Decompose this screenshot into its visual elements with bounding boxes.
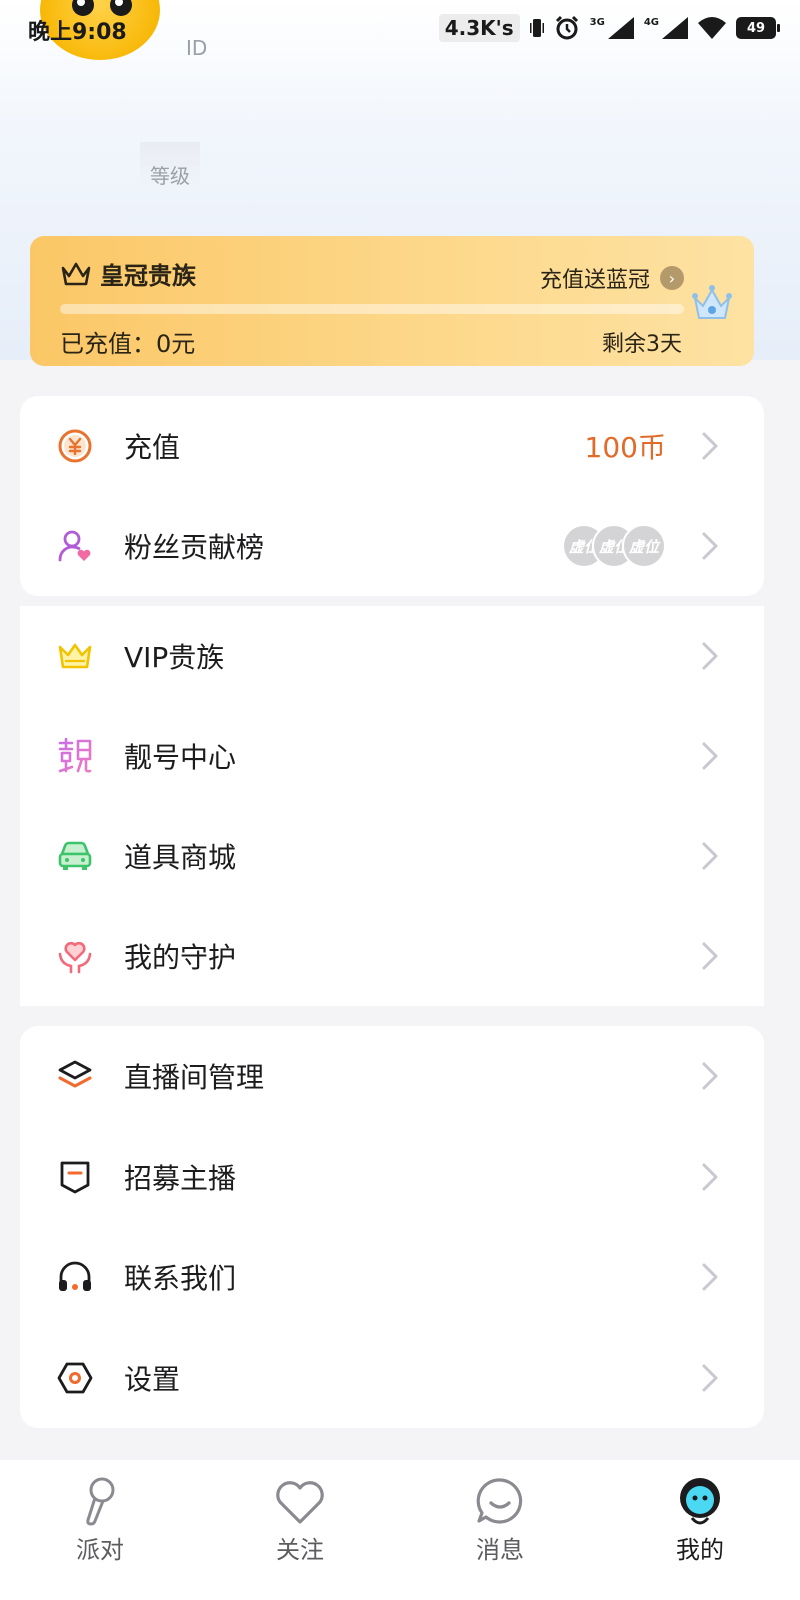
crown-icon	[56, 637, 94, 675]
yuan-coin-icon	[56, 427, 94, 465]
tab-messages[interactable]: 消息	[400, 1460, 600, 1600]
menu-group-privileges: VIP贵族 靓号中心 道具商城 我的守护	[20, 606, 764, 1006]
menu-label: 粉丝贡献榜	[124, 531, 265, 564]
tab-follow[interactable]: 关注	[200, 1460, 400, 1600]
chevron-right-icon	[702, 642, 718, 670]
recharge-progress-bar	[60, 304, 684, 314]
headphones-icon	[56, 1258, 94, 1296]
chevron-right-icon	[702, 1062, 718, 1090]
menu-row-contact-us[interactable]: 联系我们	[20, 1227, 764, 1328]
chevron-right-icon	[702, 742, 718, 770]
chevron-right-icon	[702, 842, 718, 870]
recharged-amount: 已充值：0元	[60, 330, 196, 358]
menu-group-wallet: 充值 100币 粉丝贡献榜 虚位 虚位 虚位	[20, 396, 764, 596]
menu-row-live-room-management[interactable]: 直播间管理	[20, 1026, 764, 1127]
tab-label: 消息	[476, 1536, 524, 1564]
tab-party[interactable]: 派对	[0, 1460, 200, 1600]
wifi-icon	[698, 17, 726, 39]
menu-row-my-guardian[interactable]: 我的守护	[20, 906, 764, 1006]
signal-bars-icon	[662, 17, 688, 39]
signal-3g: 3G	[590, 17, 634, 39]
menu-row-prop-shop[interactable]: 道具商城	[20, 806, 764, 906]
menu-label: 我的守护	[124, 941, 237, 974]
chevron-right-icon	[702, 1364, 718, 1392]
heart-outline-icon	[276, 1481, 324, 1524]
menu-row-fan-ranking[interactable]: 粉丝贡献榜 虚位 虚位 虚位	[20, 496, 764, 596]
crown-title-row: 皇冠贵族	[60, 256, 196, 291]
coin-balance: 100币	[584, 431, 666, 464]
crown-outline-icon	[61, 262, 91, 285]
microphone-icon	[86, 1477, 115, 1526]
crown-nobility-card[interactable]: 皇冠贵族 充值送蓝冠 › 已充值：0元 剩余3天	[30, 236, 754, 366]
profile-avatar-icon	[680, 1478, 720, 1525]
chevron-right-icon	[702, 432, 718, 460]
status-indicators: 4.3K's 3G 4G 49	[438, 10, 780, 46]
chevron-right-icon	[702, 1263, 718, 1291]
hexagon-settings-icon	[56, 1359, 94, 1397]
menu-label: 直播间管理	[124, 1061, 265, 1095]
fan-avatar-placeholder: 虚位	[622, 524, 666, 568]
top-fans-avatars[interactable]: 虚位 虚位 虚位	[562, 524, 666, 568]
battery-indicator: 49	[736, 17, 780, 39]
bottom-tab-bar: 派对 关注 消息 我的	[0, 1460, 800, 1600]
menu-label: 充值	[124, 431, 181, 464]
chevron-right-icon	[702, 532, 718, 560]
chevron-right-icon	[702, 942, 718, 970]
signal-bars-icon	[607, 17, 634, 39]
menu-group-anchor: 直播间管理 招募主播 联系我们 设置	[20, 1026, 764, 1428]
alarm-icon	[555, 15, 578, 40]
menu-label: VIP贵族	[124, 641, 225, 674]
tab-mine[interactable]: 我的	[600, 1460, 800, 1600]
menu-label: 联系我们	[124, 1262, 237, 1296]
signal-4g: 4G	[644, 17, 688, 39]
layers-icon	[56, 1057, 94, 1095]
user-level-label: 等级	[140, 142, 200, 188]
fan-user-icon	[56, 527, 94, 565]
user-id-label: ID	[186, 36, 208, 60]
vibrate-icon	[529, 19, 544, 37]
menu-row-recharge[interactable]: 充值 100币	[20, 396, 764, 496]
shield-flag-icon	[56, 1158, 94, 1196]
chat-bubble-icon	[476, 1478, 523, 1524]
tab-label: 派对	[76, 1536, 124, 1564]
menu-label: 靓号中心	[124, 741, 237, 774]
status-time: 晚上9:08	[28, 20, 127, 45]
menu-row-vip[interactable]: VIP贵族	[20, 606, 764, 706]
tab-label: 关注	[276, 1536, 324, 1564]
crown-card-title: 皇冠贵族	[100, 262, 196, 290]
chevron-right-icon: ›	[660, 266, 684, 290]
recharge-promo-link[interactable]: 充值送蓝冠 ›	[540, 262, 684, 294]
chevron-right-icon	[702, 1163, 718, 1191]
tab-label: 我的	[676, 1536, 724, 1564]
heart-hands-icon	[56, 937, 94, 975]
menu-label: 招募主播	[124, 1161, 237, 1195]
menu-row-premium-id[interactable]: 靓号中心	[20, 706, 764, 806]
car-icon	[56, 837, 94, 875]
liang-char-icon	[56, 737, 94, 775]
menu-row-recruit-anchor[interactable]: 招募主播	[20, 1127, 764, 1228]
network-speed: 4.3K's	[438, 14, 520, 42]
remaining-days: 剩余3天	[602, 332, 682, 357]
blue-crown-icon	[692, 285, 732, 319]
menu-label: 道具商城	[124, 841, 237, 874]
promo-text: 充值送蓝冠	[539, 268, 650, 293]
status-bar: 晚上9:08 4.3K's 3G 4G 49	[0, 0, 800, 56]
menu-row-settings[interactable]: 设置	[20, 1328, 764, 1429]
menu-label: 设置	[124, 1362, 181, 1396]
